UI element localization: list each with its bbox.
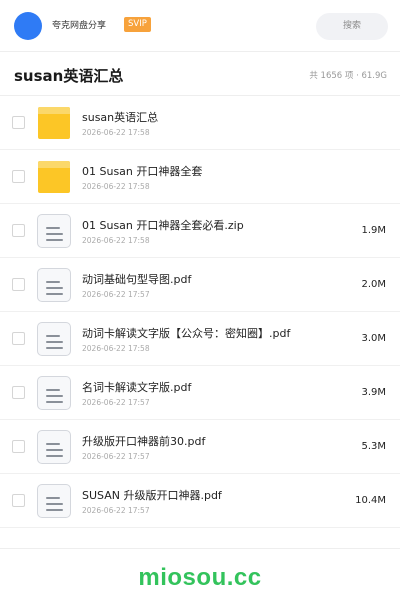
folder-icon bbox=[38, 161, 70, 193]
select-checkbox[interactable] bbox=[12, 116, 25, 129]
file-row[interactable]: 动词卡解读文字版【公众号：密知圈】.pdf 2026-06-22 17:58 3… bbox=[0, 312, 400, 366]
avatar[interactable] bbox=[14, 12, 42, 40]
file-size: 2.0M bbox=[361, 279, 386, 290]
file-date: 2026-06-22 17:57 bbox=[82, 452, 150, 461]
document-icon bbox=[37, 322, 71, 356]
file-name: susan英语汇总 bbox=[82, 111, 159, 124]
file-name: 升级版开口神器前30.pdf bbox=[82, 435, 206, 448]
search-button[interactable]: 搜索 bbox=[316, 13, 388, 40]
file-date: 2026-06-22 17:57 bbox=[82, 398, 150, 407]
watermark: miosou.cc bbox=[138, 564, 262, 591]
file-name: SUSAN 升级版开口神器.pdf bbox=[82, 489, 222, 502]
folder-title-bar: susan英语汇总 共 1656 项 · 61.9G bbox=[0, 52, 400, 96]
select-checkbox[interactable] bbox=[12, 440, 25, 453]
file-name: 动词卡解读文字版【公众号：密知圈】.pdf bbox=[82, 327, 291, 340]
select-checkbox[interactable] bbox=[12, 170, 25, 183]
document-icon bbox=[37, 268, 71, 302]
file-name: 动词基础句型导图.pdf bbox=[82, 273, 192, 286]
svip-badge: SVIP bbox=[124, 17, 151, 32]
file-date: 2026-06-22 17:57 bbox=[82, 290, 150, 299]
document-icon bbox=[37, 430, 71, 464]
file-list: susan英语汇总 2026-06-22 17:58 01 Susan 开口神器… bbox=[0, 96, 400, 528]
folder-icon bbox=[38, 107, 70, 139]
file-row[interactable]: SUSAN 升级版开口神器.pdf 2026-06-22 17:57 10.4M bbox=[0, 474, 400, 528]
page-title: susan英语汇总 bbox=[14, 67, 124, 85]
document-icon bbox=[37, 484, 71, 518]
file-row[interactable]: 升级版开口神器前30.pdf 2026-06-22 17:57 5.3M bbox=[0, 420, 400, 474]
select-checkbox[interactable] bbox=[12, 386, 25, 399]
username: 夸克网盘分享 bbox=[52, 21, 107, 31]
file-size: 10.4M bbox=[355, 495, 386, 506]
file-name: 名词卡解读文字版.pdf bbox=[82, 381, 192, 394]
file-name: 01 Susan 开口神器全套 bbox=[82, 165, 203, 178]
file-size: 3.9M bbox=[361, 387, 386, 398]
file-name: 01 Susan 开口神器全套必看.zip bbox=[82, 219, 244, 232]
folder-summary: 共 1656 项 · 61.9G bbox=[309, 71, 387, 81]
document-icon bbox=[37, 214, 71, 248]
app-header: 夸克网盘分享 SVIP 搜索 bbox=[0, 0, 400, 52]
file-size: 1.9M bbox=[361, 225, 386, 236]
file-row[interactable]: 动词基础句型导图.pdf 2026-06-22 17:57 2.0M bbox=[0, 258, 400, 312]
file-size: 5.3M bbox=[361, 441, 386, 452]
file-date: 2026-06-22 17:58 bbox=[82, 128, 150, 137]
file-row[interactable]: susan英语汇总 2026-06-22 17:58 bbox=[0, 96, 400, 150]
file-date: 2026-06-22 17:57 bbox=[82, 506, 150, 515]
file-row[interactable]: 名词卡解读文字版.pdf 2026-06-22 17:57 3.9M bbox=[0, 366, 400, 420]
select-checkbox[interactable] bbox=[12, 494, 25, 507]
footer: miosou.cc bbox=[0, 548, 400, 600]
file-date: 2026-06-22 17:58 bbox=[82, 182, 150, 191]
select-checkbox[interactable] bbox=[12, 224, 25, 237]
select-checkbox[interactable] bbox=[12, 332, 25, 345]
file-date: 2026-06-22 17:58 bbox=[82, 236, 150, 245]
file-row[interactable]: 01 Susan 开口神器全套 2026-06-22 17:58 bbox=[0, 150, 400, 204]
document-icon bbox=[37, 376, 71, 410]
file-row[interactable]: 01 Susan 开口神器全套必看.zip 2026-06-22 17:58 1… bbox=[0, 204, 400, 258]
file-date: 2026-06-22 17:58 bbox=[82, 344, 150, 353]
file-size: 3.0M bbox=[361, 333, 386, 344]
select-checkbox[interactable] bbox=[12, 278, 25, 291]
